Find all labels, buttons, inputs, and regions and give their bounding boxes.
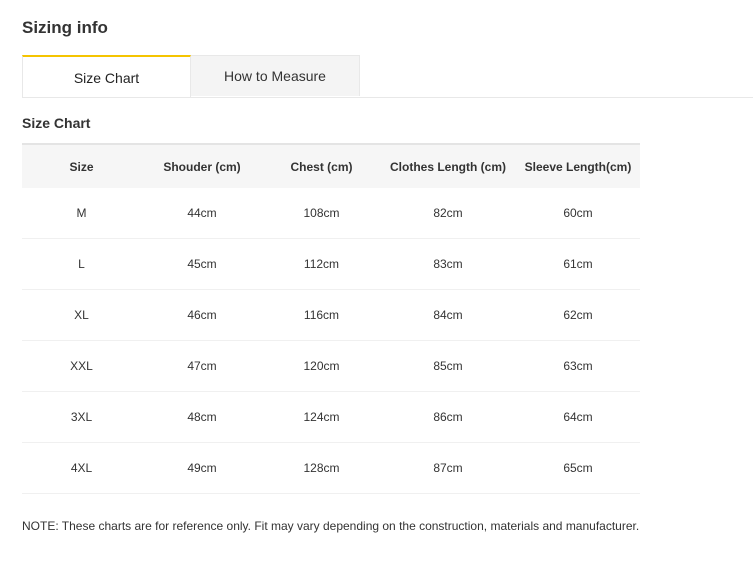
size-chart-table: Size Shouder (cm) Chest (cm) Clothes Len…	[22, 143, 640, 494]
cell-size: XL	[22, 289, 141, 341]
column-header-shoulder: Shouder (cm)	[141, 143, 263, 188]
table-row: M 44cm 108cm 82cm 60cm	[22, 188, 640, 239]
cell-clothes-length: 87cm	[380, 442, 516, 494]
cell-size: 3XL	[22, 391, 141, 443]
cell-chest: 116cm	[263, 289, 380, 341]
page-title: Sizing info	[22, 18, 108, 37]
cell-sleeve-length: 65cm	[516, 442, 640, 494]
cell-shoulder: 49cm	[141, 442, 263, 494]
cell-clothes-length: 84cm	[380, 289, 516, 341]
column-header-sleeve-length: Sleeve Length(cm)	[516, 143, 640, 188]
cell-size: 4XL	[22, 442, 141, 494]
cell-shoulder: 48cm	[141, 391, 263, 443]
cell-chest: 124cm	[263, 391, 380, 443]
cell-sleeve-length: 60cm	[516, 188, 640, 239]
table-header-row: Size Shouder (cm) Chest (cm) Clothes Len…	[22, 143, 640, 188]
cell-clothes-length: 83cm	[380, 238, 516, 290]
cell-shoulder: 45cm	[141, 238, 263, 290]
column-header-size: Size	[22, 143, 141, 188]
tab-how-to-measure[interactable]: How to Measure	[191, 55, 360, 96]
cell-shoulder: 44cm	[141, 188, 263, 239]
table-row: 4XL 49cm 128cm 87cm 65cm	[22, 442, 640, 494]
cell-sleeve-length: 61cm	[516, 238, 640, 290]
cell-clothes-length: 82cm	[380, 188, 516, 239]
cell-chest: 112cm	[263, 238, 380, 290]
cell-sleeve-length: 64cm	[516, 391, 640, 443]
cell-size: XXL	[22, 340, 141, 392]
column-header-chest: Chest (cm)	[263, 143, 380, 188]
cell-shoulder: 46cm	[141, 289, 263, 341]
tab-bar: Size Chart How to Measure	[22, 55, 753, 98]
cell-shoulder: 47cm	[141, 340, 263, 392]
cell-clothes-length: 85cm	[380, 340, 516, 392]
table-row: 3XL 48cm 124cm 86cm 64cm	[22, 391, 640, 443]
cell-chest: 120cm	[263, 340, 380, 392]
column-header-clothes-length: Clothes Length (cm)	[380, 143, 516, 188]
cell-size: L	[22, 238, 141, 290]
table-row: XL 46cm 116cm 84cm 62cm	[22, 289, 640, 341]
table-row: L 45cm 112cm 83cm 61cm	[22, 238, 640, 290]
tab-size-chart[interactable]: Size Chart	[22, 55, 191, 97]
cell-size: M	[22, 188, 141, 239]
section-title: Size Chart	[22, 115, 91, 131]
cell-sleeve-length: 63cm	[516, 340, 640, 392]
cell-clothes-length: 86cm	[380, 391, 516, 443]
cell-sleeve-length: 62cm	[516, 289, 640, 341]
disclaimer-note: NOTE: These charts are for reference onl…	[22, 519, 640, 533]
cell-chest: 128cm	[263, 442, 380, 494]
table-row: XXL 47cm 120cm 85cm 63cm	[22, 340, 640, 392]
cell-chest: 108cm	[263, 188, 380, 239]
